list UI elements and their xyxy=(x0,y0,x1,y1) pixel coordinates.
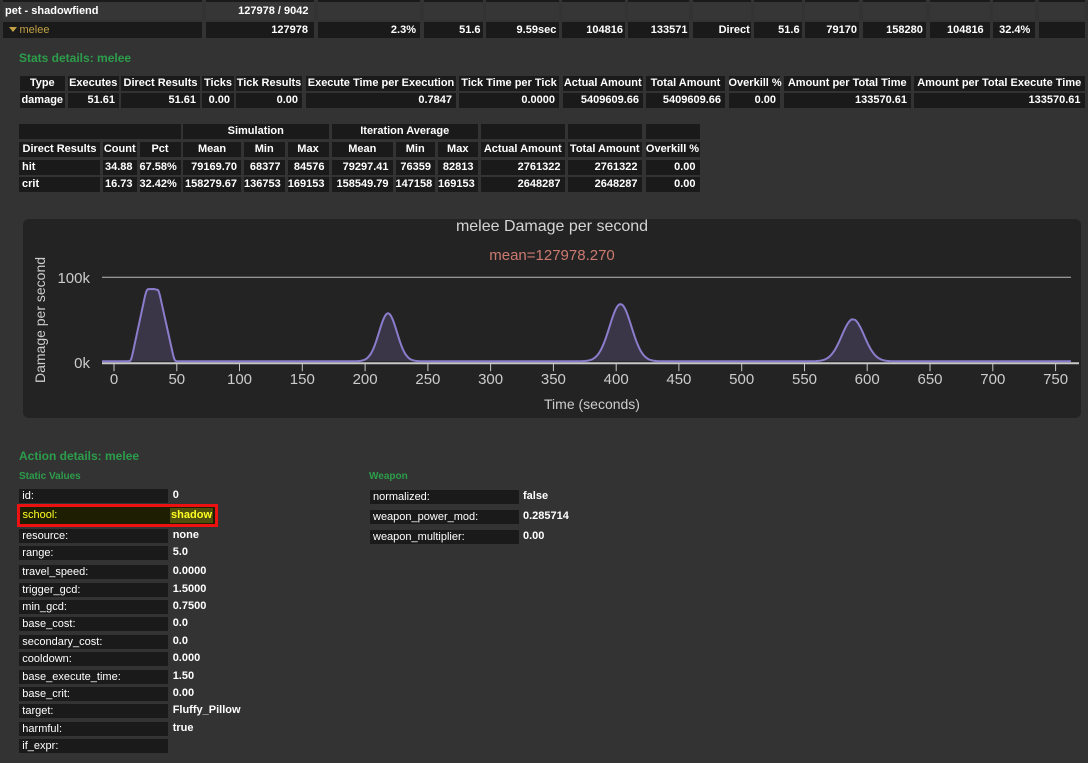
svg-text:100k: 100k xyxy=(57,270,90,287)
svg-text:600: 600 xyxy=(855,371,880,388)
svg-text:50: 50 xyxy=(168,371,185,388)
svg-text:450: 450 xyxy=(666,371,691,388)
svg-text:150: 150 xyxy=(290,371,315,388)
svg-text:300: 300 xyxy=(478,371,503,388)
svg-text:0k: 0k xyxy=(74,355,90,372)
svg-text:100: 100 xyxy=(227,371,252,388)
svg-text:500: 500 xyxy=(729,371,754,388)
svg-text:melee Damage per second: melee Damage per second xyxy=(456,219,648,235)
svg-text:0: 0 xyxy=(110,371,118,388)
svg-text:400: 400 xyxy=(604,371,629,388)
svg-text:750: 750 xyxy=(1043,371,1068,388)
svg-text:mean=127978.270: mean=127978.270 xyxy=(489,247,615,264)
svg-text:550: 550 xyxy=(792,371,817,388)
svg-text:Damage per second: Damage per second xyxy=(32,257,48,383)
svg-text:Time (seconds): Time (seconds) xyxy=(544,396,640,412)
svg-text:350: 350 xyxy=(541,371,566,388)
svg-text:650: 650 xyxy=(917,371,942,388)
svg-text:700: 700 xyxy=(980,371,1005,388)
svg-text:200: 200 xyxy=(353,371,378,388)
svg-text:250: 250 xyxy=(415,371,440,388)
